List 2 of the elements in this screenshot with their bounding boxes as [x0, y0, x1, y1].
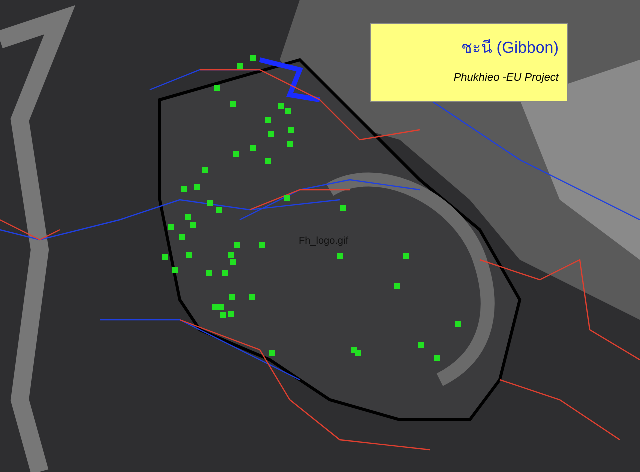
legend-title: ชะนี (Gibbon) — [461, 41, 559, 57]
legend-subtitle: Phukhieo -EU Project — [454, 73, 559, 84]
